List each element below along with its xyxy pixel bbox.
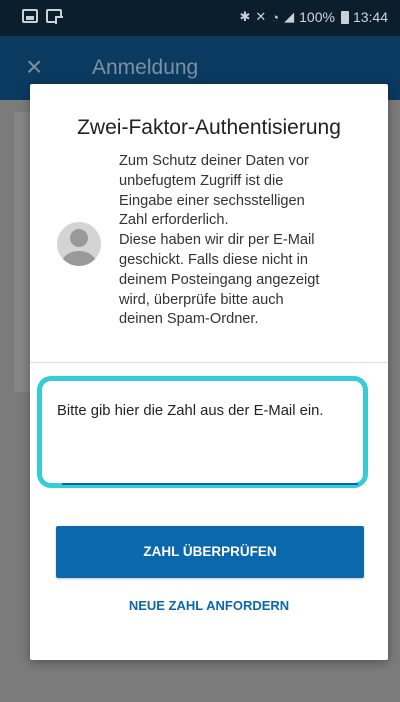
divider (30, 362, 388, 363)
battery-percent: 100% (299, 9, 335, 25)
signal-icon: ◢ (284, 9, 296, 24)
two-factor-dialog: Zwei-Faktor-Authentisierung Zum Schutz d… (30, 84, 388, 660)
close-icon[interactable]: × (26, 53, 52, 81)
mute-icon: ✕ (255, 9, 268, 24)
status-time: 13:44 (352, 9, 388, 25)
status-right-icons: ✱ ✕ ◔ ◢ 100% 13:44 (239, 9, 388, 25)
code-input[interactable] (62, 465, 358, 485)
status-bar: ✱ ✕ ◔ ◢ 100% 13:44 (0, 0, 400, 36)
status-left-icons (22, 9, 63, 24)
dialog-title: Zwei-Faktor-Authentisierung (77, 116, 341, 139)
wifi-icon: ◔ (271, 9, 281, 25)
code-input-highlight: Bitte gib hier die Zahl aus der E-Mail e… (37, 376, 368, 488)
verify-code-button[interactable]: ZAHL ÜBERPRÜFEN (56, 526, 364, 578)
battery-icon (340, 10, 349, 24)
app-title: Anmeldung (92, 56, 199, 79)
image-icon (22, 9, 38, 23)
avatar-icon (57, 222, 101, 266)
code-input-label: Bitte gib hier die Zahl aus der E-Mail e… (57, 403, 324, 419)
document-icon (46, 9, 63, 24)
dialog-description: Zum Schutz deiner Daten vor unbefugtem Z… (119, 153, 320, 328)
bluetooth-icon: ✱ (239, 9, 252, 24)
request-new-code-link[interactable]: NEUE ZAHL ANFORDERN (30, 598, 388, 613)
